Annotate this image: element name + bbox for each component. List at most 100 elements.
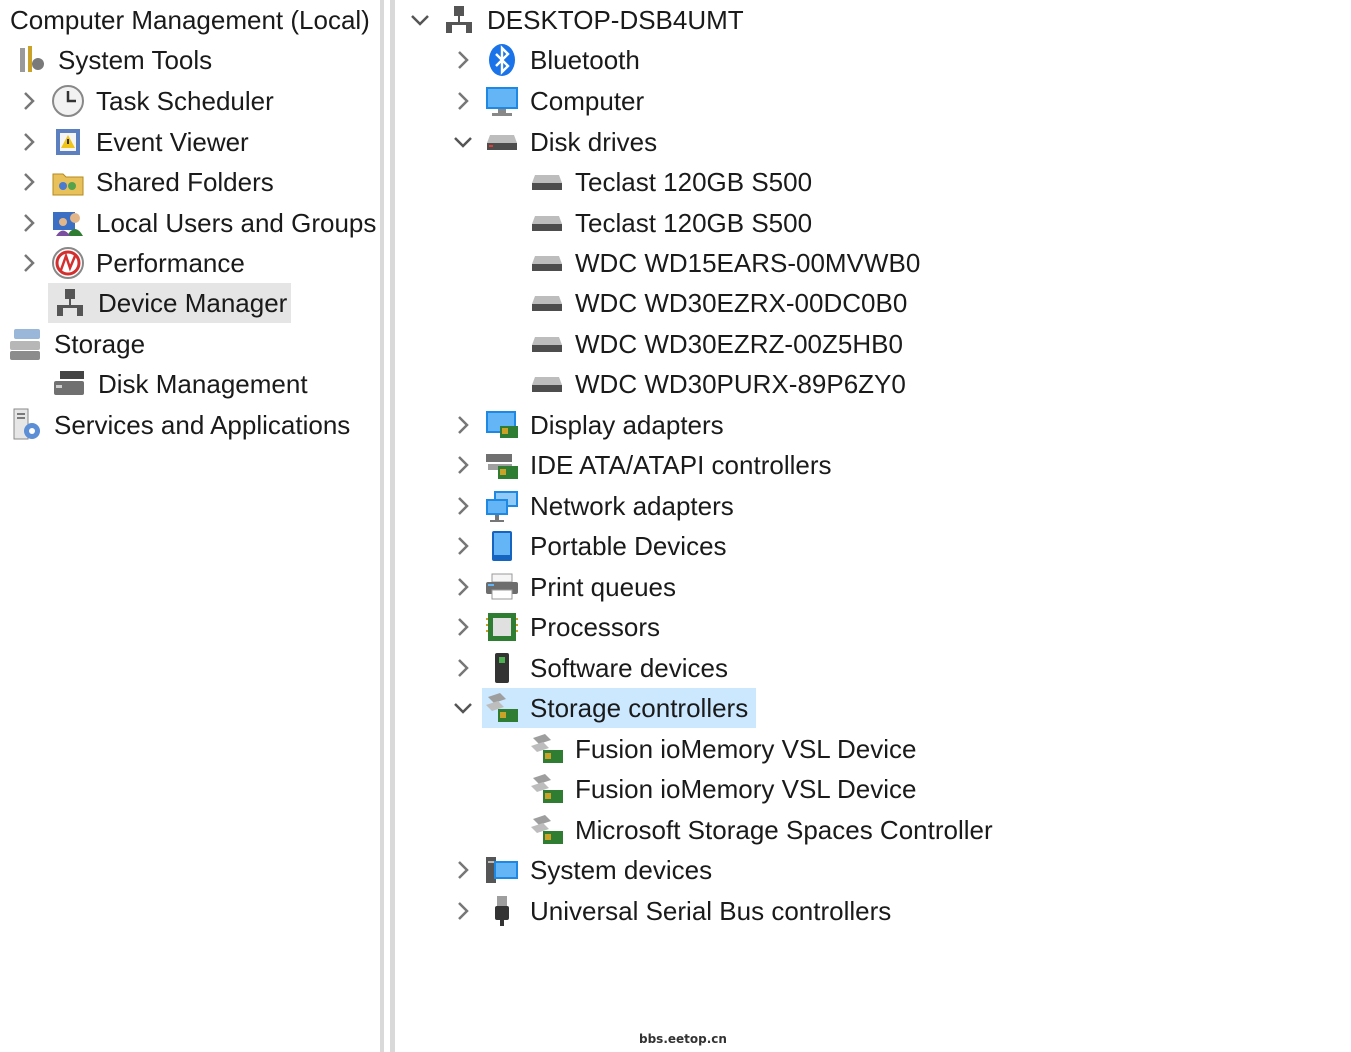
chevron-down-icon[interactable] [450,129,476,155]
chevron-right-icon[interactable] [450,533,476,559]
tree-item-services-applications[interactable]: Services and Applications [8,405,358,445]
device-category-usb-controllers[interactable]: Universal Serial Bus controllers [450,891,899,931]
device-category-storage-controllers[interactable]: Storage controllers [450,688,757,728]
device-category-label: Software devices [530,652,728,683]
tree-item-performance[interactable]: Performance [16,243,253,283]
device-category-label: Network adapters [530,490,734,521]
chevron-down-icon[interactable] [407,7,433,33]
device-item-label: WDC WD30EZRZ-00Z5HB0 [575,328,903,359]
chevron-right-icon[interactable] [450,574,476,600]
device-item-disk[interactable]: WDC WD30EZRX-00DC0B0 [529,283,915,323]
device-item-disk[interactable]: Teclast 120GB S500 [529,162,820,202]
tools-icon [12,42,48,78]
device-category-label: IDE ATA/ATAPI controllers [530,449,832,480]
device-item-label: WDC WD15EARS-00MVWB0 [575,247,921,278]
device-tree-root[interactable]: DESKTOP-DSB4UMT [407,0,752,40]
device-category-software-devices[interactable]: Software devices [450,648,736,688]
chevron-right-icon[interactable] [450,47,476,73]
tree-item-label: System Tools [58,44,213,75]
device-category-system-devices[interactable]: System devices [450,850,720,890]
usb-plug-icon [484,893,520,929]
portable-device-icon [484,528,520,564]
device-item-storage-controller[interactable]: Fusion ioMemory VSL Device [529,729,925,769]
device-item-disk[interactable]: WDC WD15EARS-00MVWB0 [529,243,928,283]
chevron-right-icon[interactable] [450,412,476,438]
device-category-processors[interactable]: Processors [450,607,668,647]
disk-drive-icon [529,164,565,200]
chevron-right-icon[interactable] [16,129,42,155]
device-category-label: Display adapters [530,409,724,440]
device-category-network-adapters[interactable]: Network adapters [450,486,742,526]
disk-drive-icon [529,366,565,402]
device-item-storage-controller[interactable]: Microsoft Storage Spaces Controller [529,810,1001,850]
device-category-display-adapters[interactable]: Display adapters [450,405,732,445]
tree-item-computer-management[interactable]: Computer Management (Local) [10,0,378,40]
chevron-right-icon[interactable] [450,88,476,114]
chevron-right-icon[interactable] [450,857,476,883]
chevron-right-icon[interactable] [16,88,42,114]
device-item-disk[interactable]: WDC WD30EZRZ-00Z5HB0 [529,324,911,364]
tree-item-device-manager[interactable]: Device Manager [48,283,291,323]
device-category-label: Computer [530,85,645,116]
device-category-ide-controllers[interactable]: IDE ATA/ATAPI controllers [450,445,840,485]
device-item-label: WDC WD30PURX-89P6ZY0 [575,368,906,399]
tree-item-storage[interactable]: Storage [8,324,153,364]
device-category-label: Print queues [530,571,676,602]
storage-controller-icon [529,771,565,807]
chevron-right-icon[interactable] [450,452,476,478]
display-adapter-icon [484,407,520,443]
chevron-right-icon[interactable] [450,655,476,681]
device-item-disk[interactable]: WDC WD30PURX-89P6ZY0 [529,364,914,404]
bluetooth-icon [484,42,520,78]
device-category-label: Processors [530,611,661,642]
chevron-right-icon[interactable] [16,250,42,276]
device-category-portable-devices[interactable]: Portable Devices [450,526,735,566]
tree-item-label: Disk Management [98,368,308,399]
pane-splitter[interactable] [380,0,384,1052]
event-log-icon [50,124,86,160]
device-category-print-queues[interactable]: Print queues [450,567,684,607]
storage-icon [8,326,44,362]
device-manager-icon [52,285,88,321]
device-category-computer[interactable]: Computer [450,81,652,121]
tree-item-label: Task Scheduler [96,85,274,116]
disk-drive-icon [529,326,565,362]
tree-item-event-viewer[interactable]: Event Viewer [16,122,257,162]
tree-item-label: Event Viewer [96,126,249,157]
tree-item-disk-management[interactable]: Disk Management [52,364,316,404]
device-category-label: Storage controllers [530,692,749,723]
disk-drive-icon [529,205,565,241]
computer-node-icon [441,2,477,38]
chevron-right-icon[interactable] [450,493,476,519]
services-icon [8,407,44,443]
storage-controller-icon [529,812,565,848]
device-item-disk[interactable]: Teclast 120GB S500 [529,203,820,243]
software-device-icon [484,650,520,686]
device-item-label: Teclast 120GB S500 [575,166,813,197]
selection-highlight: Storage controllers [482,688,757,728]
storage-controller-icon [484,690,520,726]
disk-drive-icon [484,124,520,160]
shared-folder-icon [50,164,86,200]
processor-icon [484,609,520,645]
device-category-bluetooth[interactable]: Bluetooth [450,40,648,80]
computer-name: DESKTOP-DSB4UMT [487,4,744,35]
chevron-down-icon[interactable] [450,695,476,721]
chevron-right-icon[interactable] [16,169,42,195]
tree-item-shared-folders[interactable]: Shared Folders [16,162,282,202]
performance-gauge-icon [50,245,86,281]
tree-item-system-tools[interactable]: System Tools [12,40,220,80]
system-devices-icon [484,852,520,888]
device-category-disk-drives[interactable]: Disk drives [450,122,665,162]
device-item-storage-controller[interactable]: Fusion ioMemory VSL Device [529,769,925,809]
tree-item-local-users-groups[interactable]: Local Users and Groups [16,203,384,243]
watermark: bbs.eetop.cn [639,1032,727,1046]
tree-item-task-scheduler[interactable]: Task Scheduler [16,81,282,121]
chevron-right-icon[interactable] [16,210,42,236]
chevron-right-icon[interactable] [450,898,476,924]
tree-item-label: Storage [54,328,146,359]
device-item-label: WDC WD30EZRX-00DC0B0 [575,287,908,318]
device-item-label: Microsoft Storage Spaces Controller [575,814,993,845]
chevron-right-icon[interactable] [450,614,476,640]
clock-icon [50,83,86,119]
